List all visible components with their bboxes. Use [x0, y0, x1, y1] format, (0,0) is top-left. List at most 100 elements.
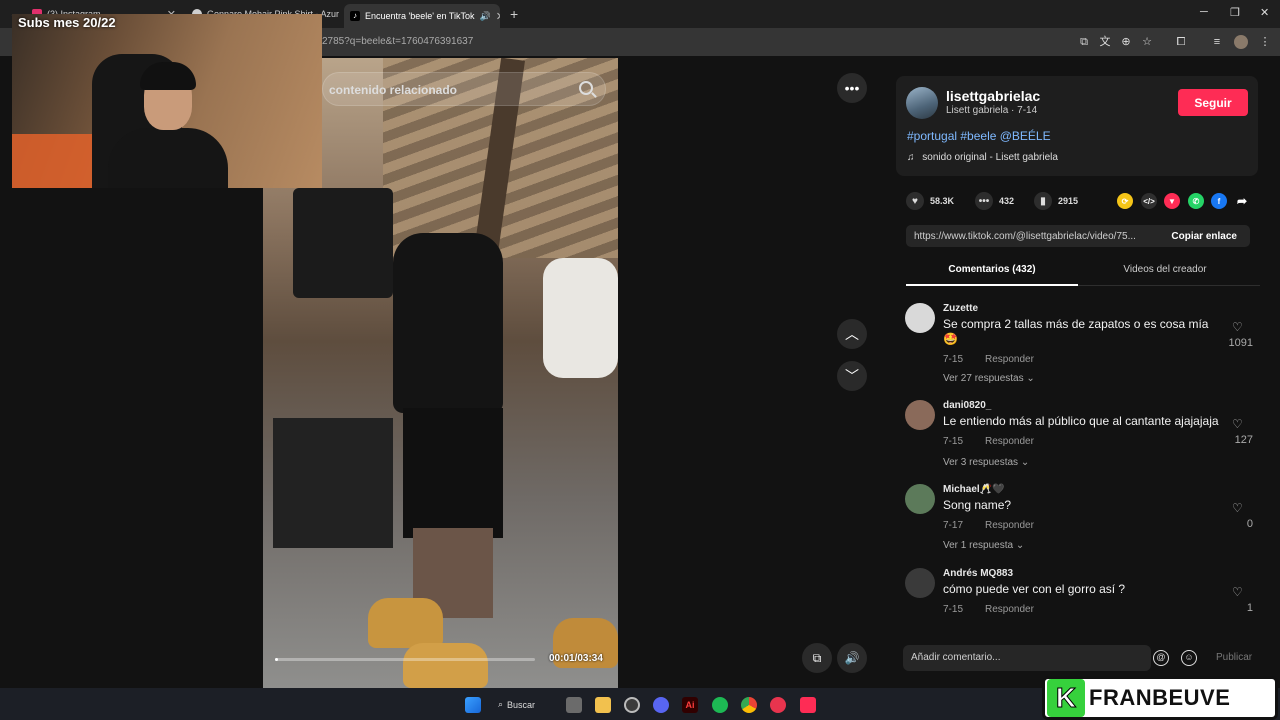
search-icon[interactable] — [579, 81, 593, 95]
add-comment-input[interactable]: Añadir comentario... — [903, 645, 1151, 671]
video-frame — [393, 233, 503, 413]
volume-button[interactable]: 🔊 — [837, 643, 867, 673]
comment-like-heart-icon[interactable]: ♡ — [1232, 502, 1244, 514]
facebook-icon[interactable]: f — [1211, 193, 1227, 209]
bookmark-star-icon[interactable]: ☆ — [1140, 35, 1154, 49]
reply-button[interactable]: Responder — [985, 354, 1034, 365]
url-text[interactable]: 2785?q=beele&t=1760476391637 — [322, 36, 473, 47]
spotify-icon[interactable] — [712, 697, 728, 713]
translate-icon[interactable]: 文 — [1098, 35, 1112, 49]
zoom-icon[interactable]: ⊕ — [1119, 35, 1133, 49]
restore-icon[interactable]: ❐ — [1230, 6, 1240, 19]
reply-button[interactable]: Responder — [985, 520, 1034, 531]
reply-button[interactable]: Responder — [985, 436, 1034, 447]
view-replies-button[interactable]: Ver 3 respuestas ⌄ — [943, 457, 1029, 468]
send-icon[interactable]: ▼ — [1164, 193, 1180, 209]
commenter-name[interactable]: Zuzette — [943, 303, 978, 314]
commenter-name[interactable]: dani0820_ — [943, 400, 991, 411]
comment-like-heart-icon[interactable]: ♡ — [1232, 321, 1244, 333]
publish-button[interactable]: Publicar — [1216, 652, 1252, 663]
reading-list-icon[interactable]: ≡ — [1210, 35, 1224, 49]
new-tab-button[interactable]: + — [504, 4, 522, 24]
tiktok-icon: ♪ — [350, 11, 360, 21]
like-button[interactable]: ♥ 58.3K — [906, 192, 954, 210]
webcam-overlay — [12, 14, 322, 188]
comment-text: Se compra 2 tallas más de zapatos o es c… — [943, 317, 1209, 346]
close-window-icon[interactable]: ✕ — [1260, 6, 1269, 19]
comment-button[interactable]: ••• 432 — [975, 192, 1014, 210]
post-hashtags[interactable]: #portugal #beele @BEÉLE — [907, 129, 1051, 143]
view-replies-button[interactable]: Ver 1 respuesta ⌄ — [943, 540, 1024, 551]
search-icon: ⌕ — [498, 699, 504, 709]
commenter-name[interactable]: Michael🥂🖤 — [943, 484, 1005, 495]
video-frame — [293, 188, 393, 298]
tab-creator-videos[interactable]: Videos del creador — [1090, 264, 1240, 275]
comment-bubble-icon: ••• — [975, 192, 993, 210]
menu-icon[interactable]: ⋮ — [1258, 35, 1272, 49]
share-arrow-icon[interactable]: ➦ — [1234, 193, 1250, 209]
minimize-icon[interactable]: ─ — [1200, 6, 1208, 18]
chevron-up-icon: ︿ — [845, 326, 859, 342]
file-explorer-icon[interactable] — [595, 697, 611, 713]
speaker-icon[interactable]: 🔊 — [480, 11, 491, 22]
video-frame — [403, 408, 503, 538]
mention-at-icon[interactable]: @ — [1153, 650, 1169, 666]
picture-in-picture-button[interactable]: ⧉ — [802, 643, 832, 673]
copy-link-button[interactable]: Copiar enlace — [1171, 231, 1237, 242]
creator-nickname-date: Lisett gabriela · 7-14 — [946, 105, 1038, 116]
taskbar-search-label: Buscar — [507, 699, 536, 710]
comment-like-heart-icon[interactable]: ♡ — [1232, 586, 1244, 598]
profile-avatar[interactable] — [1234, 35, 1248, 49]
commenter-avatar[interactable] — [905, 303, 935, 333]
discord-icon[interactable] — [653, 697, 669, 713]
comment-like-count: 127 — [1234, 434, 1253, 446]
follow-button[interactable]: Seguir — [1178, 89, 1248, 116]
previous-video-button[interactable]: ︿ — [837, 319, 867, 349]
view-replies-label: Ver 1 respuesta — [943, 540, 1014, 551]
related-search-input[interactable]: contenido relacionado — [322, 72, 606, 106]
illustrator-icon[interactable]: Ai — [682, 697, 698, 713]
view-replies-button[interactable]: Ver 27 respuestas ⌄ — [943, 373, 1035, 384]
creator-avatar[interactable] — [906, 87, 938, 119]
task-view-icon[interactable] — [566, 697, 582, 713]
add-comment-placeholder: Añadir comentario... — [911, 652, 1001, 663]
comment-like-heart-icon[interactable]: ♡ — [1232, 418, 1244, 430]
obs-icon[interactable] — [624, 697, 640, 713]
video-link-url[interactable]: https://www.tiktok.com/@lisettgabrielac/… — [914, 231, 1136, 242]
cast-icon[interactable]: ⧉ — [1077, 35, 1091, 49]
creator-username[interactable]: lisettgabrielac — [946, 88, 1040, 104]
windows-start-icon[interactable] — [465, 697, 481, 713]
repost-icon[interactable]: ⟳ — [1117, 193, 1133, 209]
video-frame — [368, 598, 443, 648]
commenter-avatar[interactable] — [905, 568, 935, 598]
reply-button[interactable]: Responder — [985, 604, 1034, 615]
video-frame — [543, 258, 618, 378]
tab-comments[interactable]: Comentarios (432) — [906, 264, 1078, 275]
commenter-avatar[interactable] — [905, 484, 935, 514]
davinci-icon[interactable] — [770, 697, 786, 713]
embed-code-icon[interactable]: </> — [1141, 193, 1157, 209]
taskbar-search[interactable]: ⌕ Buscar — [498, 696, 535, 713]
save-button[interactable]: ▮ 2915 — [1034, 192, 1078, 210]
tab-tiktok[interactable]: ♪ Encuentra 'beele' en TikTok 🔊 ✕ — [344, 4, 500, 28]
sound-label: sonido original - Lisett gabriela — [922, 152, 1058, 163]
close-icon[interactable]: ✕ — [496, 10, 500, 23]
video-timecode: 00:01/03:34 — [549, 653, 603, 664]
webcam-frame — [12, 134, 92, 188]
video-progress-bar[interactable] — [275, 658, 535, 661]
extensions-icon[interactable]: ⧠ — [1174, 35, 1188, 49]
chrome-icon[interactable] — [741, 697, 757, 713]
tiktok-app-icon[interactable] — [800, 697, 816, 713]
commenter-avatar[interactable] — [905, 400, 935, 430]
emoji-icon[interactable]: ☺ — [1181, 650, 1197, 666]
commenter-name[interactable]: Andrés MQ883 — [943, 568, 1013, 579]
comment-item: Michael🥂🖤 Song name? 7-17 Responder Ver 1… — [903, 484, 1258, 559]
more-options-button[interactable]: ••• — [837, 73, 867, 103]
next-video-button[interactable]: ﹀ — [837, 361, 867, 391]
more-dots-icon: ••• — [844, 80, 860, 96]
like-count: 58.3K — [930, 196, 955, 206]
chevron-down-icon: ⌄ — [1015, 540, 1025, 551]
sound-link[interactable]: ♫ sonido original - Lisett gabriela — [907, 152, 1058, 163]
tab-active-indicator — [906, 284, 1078, 286]
whatsapp-icon[interactable]: ✆ — [1188, 193, 1204, 209]
